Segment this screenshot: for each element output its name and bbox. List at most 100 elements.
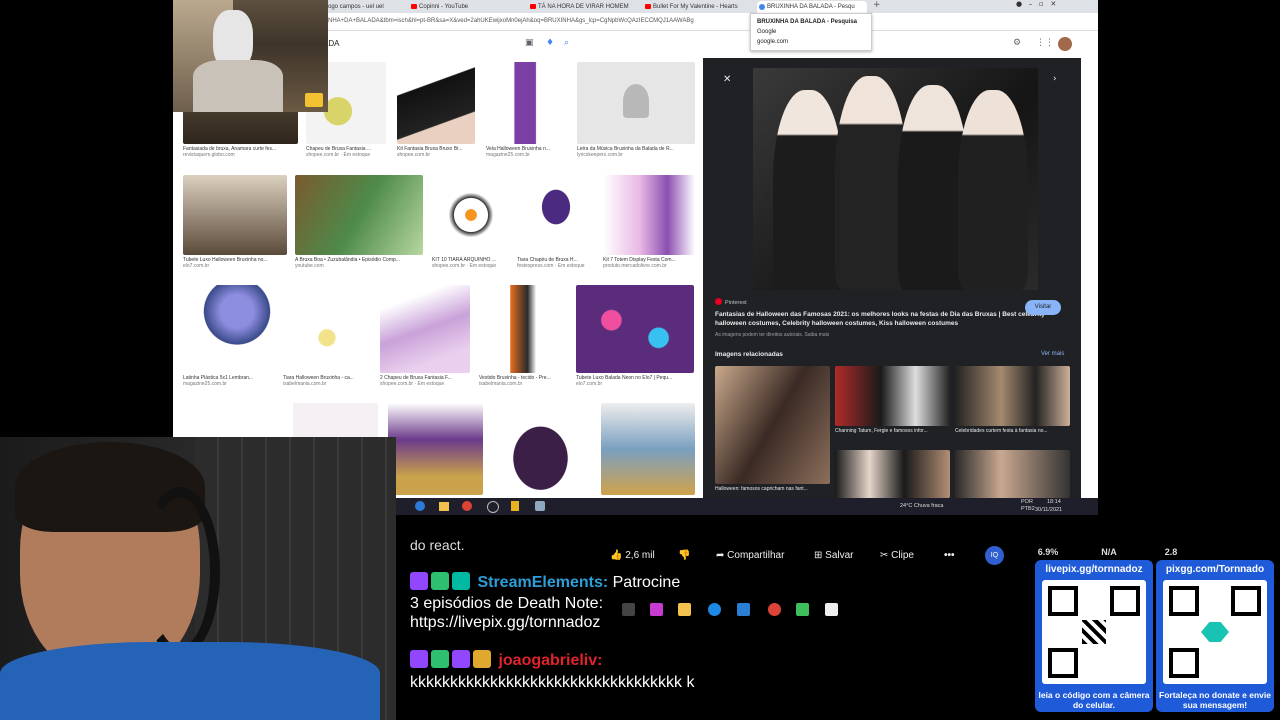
result-card[interactable]: Vela Halloween Bruxinha n... magazine25.c… (486, 62, 566, 158)
app-icon[interactable] (622, 603, 635, 616)
related-thumb[interactable] (955, 450, 1070, 498)
result-image[interactable] (603, 175, 695, 255)
chat-message: joaogabrieliv: (410, 650, 730, 670)
like-button[interactable]: 👍 2,6 mil (610, 550, 655, 574)
result-card[interactable]: Tubete Luxo Halloween Bruxinha no... elo7… (183, 175, 287, 269)
chat-text-inline: Patrocine (612, 574, 681, 591)
result-card[interactable]: Kit 7 Totem Display Festa Com... produto.… (603, 175, 695, 269)
result-image[interactable] (183, 285, 273, 373)
related-image[interactable]: Channing Tatum, Fergie e famosos infor..… (835, 366, 950, 434)
tab-1[interactable]: ogo campos - uel uel (318, 1, 416, 13)
tab-active[interactable]: BRUXINHA DA BALADA - Pesqu (757, 1, 867, 13)
result-image[interactable] (577, 62, 695, 144)
preview-image[interactable] (753, 68, 1038, 290)
result-image[interactable] (493, 403, 588, 495)
result-card[interactable]: Tiara Halloween Bruxinha - ca... isabelma… (283, 285, 371, 387)
result-image[interactable] (397, 62, 475, 144)
result-card[interactable]: Tubete Luxo Balada Neon no Elo7 | Pequ..… (576, 285, 694, 387)
result-card[interactable]: Tiara Chapéu de Bruxa H... festexpress.co… (517, 175, 595, 269)
result-image[interactable] (432, 175, 510, 255)
stat-value: N/A (1101, 547, 1117, 557)
avatar[interactable] (1058, 37, 1072, 51)
related-thumb[interactable] (715, 366, 830, 484)
app-icon[interactable] (796, 603, 809, 616)
tab-4[interactable]: Bullet For My Valentine - Hearts (643, 1, 753, 13)
app-icon[interactable] (650, 603, 663, 616)
result-image[interactable] (380, 285, 470, 373)
related-thumb[interactable] (955, 366, 1070, 426)
preview-title[interactable]: Fantasias de Halloween das Famosas 2021:… (715, 310, 1045, 328)
related-thumb[interactable] (835, 366, 950, 426)
figure (958, 90, 1028, 290)
twitch-badge-icon (410, 572, 428, 590)
result-card[interactable]: Letra da Música Bruxinha da Balada de R.… (577, 62, 695, 158)
edge-icon[interactable] (415, 501, 425, 511)
result-card[interactable]: 2 Chapeu de Bruxa Fantasia F... shopee.co… (380, 285, 470, 387)
apps-icon[interactable]: ⋮⋮ (1036, 38, 1054, 48)
dislike-button[interactable]: 👎 (678, 550, 690, 574)
scissors-icon: ✂ (880, 550, 889, 561)
clip-button[interactable]: ✂ Clipe (880, 550, 914, 574)
chrome-icon[interactable] (462, 501, 472, 511)
related-thumb[interactable] (835, 450, 950, 498)
app-icon[interactable] (511, 501, 519, 511)
app-icon[interactable] (737, 603, 750, 616)
tab-2[interactable]: Copinni - YouTube (409, 1, 501, 13)
search-input[interactable]: ADA (323, 34, 583, 54)
weather-label[interactable]: 24°C Chuva fraca (900, 503, 943, 509)
settings-icon[interactable]: ⚙ (1013, 38, 1021, 48)
extension-icon[interactable]: IQ (985, 546, 1004, 565)
source-label[interactable]: Pinterest (715, 298, 747, 306)
result-image[interactable] (517, 175, 595, 255)
result-image[interactable] (388, 403, 483, 495)
result-image[interactable] (295, 175, 423, 255)
result-image[interactable] (183, 175, 287, 255)
see-more-link[interactable]: Ver mais (1041, 351, 1064, 357)
result-card[interactable]: Kit Fantasia Bruxa Bruxo Br... shopee.com… (397, 62, 475, 158)
thumbs-down-icon: 👎 (678, 550, 691, 561)
result-image[interactable] (479, 285, 567, 373)
chrome-icon[interactable] (768, 603, 781, 616)
result-card[interactable]: KIT 10 TIARA ARQUINHO ... shopee.com.br ·… (432, 175, 510, 269)
result-card[interactable]: Latinha Plástica 5x1 Lembran... magazine2… (183, 285, 273, 387)
visit-button[interactable]: Visitar (1025, 300, 1061, 315)
person-body (193, 60, 283, 112)
window-controls[interactable]: ● – ▫ ✕ (1016, 0, 1056, 8)
close-icon[interactable]: ✕ (723, 74, 731, 85)
chevron-right-icon[interactable]: › (1053, 74, 1057, 84)
result-image[interactable] (576, 285, 694, 373)
result-card[interactable] (388, 403, 483, 495)
related-image[interactable]: Halloween: famosos capricham nas fant... (715, 366, 830, 492)
shield-icon[interactable] (535, 501, 545, 511)
result-card[interactable]: A Bruxa Boa • Zuzubalândia • Episódio Co… (295, 175, 423, 269)
result-image[interactable] (283, 285, 371, 373)
tab-3[interactable]: TÁ NA HORA DE VIRAR HOMEM (528, 1, 648, 13)
result-card[interactable] (493, 403, 588, 495)
host-taskbar (620, 600, 850, 620)
search-icon[interactable]: ⌕ (564, 38, 569, 48)
bot-badge-icon (452, 572, 470, 590)
more-button[interactable]: ••• (944, 550, 955, 574)
share-button[interactable]: ➦ Compartilhar (716, 550, 784, 574)
folder-icon[interactable] (678, 603, 691, 616)
chat-message: StreamElements: Patrocine (410, 572, 730, 592)
person-icon (623, 84, 649, 118)
related-image[interactable] (835, 450, 950, 498)
settings-icon[interactable] (487, 501, 499, 513)
new-tab-icon[interactable]: + (873, 0, 881, 10)
chat-username[interactable]: joaogabrieliv: (498, 652, 602, 669)
result-image[interactable] (486, 62, 566, 144)
app-icon[interactable] (825, 603, 838, 616)
result-image[interactable] (601, 403, 695, 495)
related-image[interactable] (955, 450, 1070, 498)
related-image[interactable]: Celebridades curtem festa à fantasia no.… (955, 366, 1070, 434)
mic-icon[interactable]: ♦ (546, 38, 554, 48)
save-button[interactable]: ⊞ Salvar (814, 550, 854, 574)
result-card[interactable] (601, 403, 695, 495)
chat-username[interactable]: StreamElements: (477, 574, 608, 591)
qr-card: livepix.gg/tornnadoz leia o código com a… (1035, 560, 1153, 712)
result-card[interactable]: Vestido Bruxinha - tecido - Pre... isabel… (479, 285, 567, 387)
camera-icon[interactable]: ▣ (525, 38, 534, 48)
edge-icon[interactable] (708, 603, 721, 616)
folder-icon[interactable] (439, 502, 449, 511)
